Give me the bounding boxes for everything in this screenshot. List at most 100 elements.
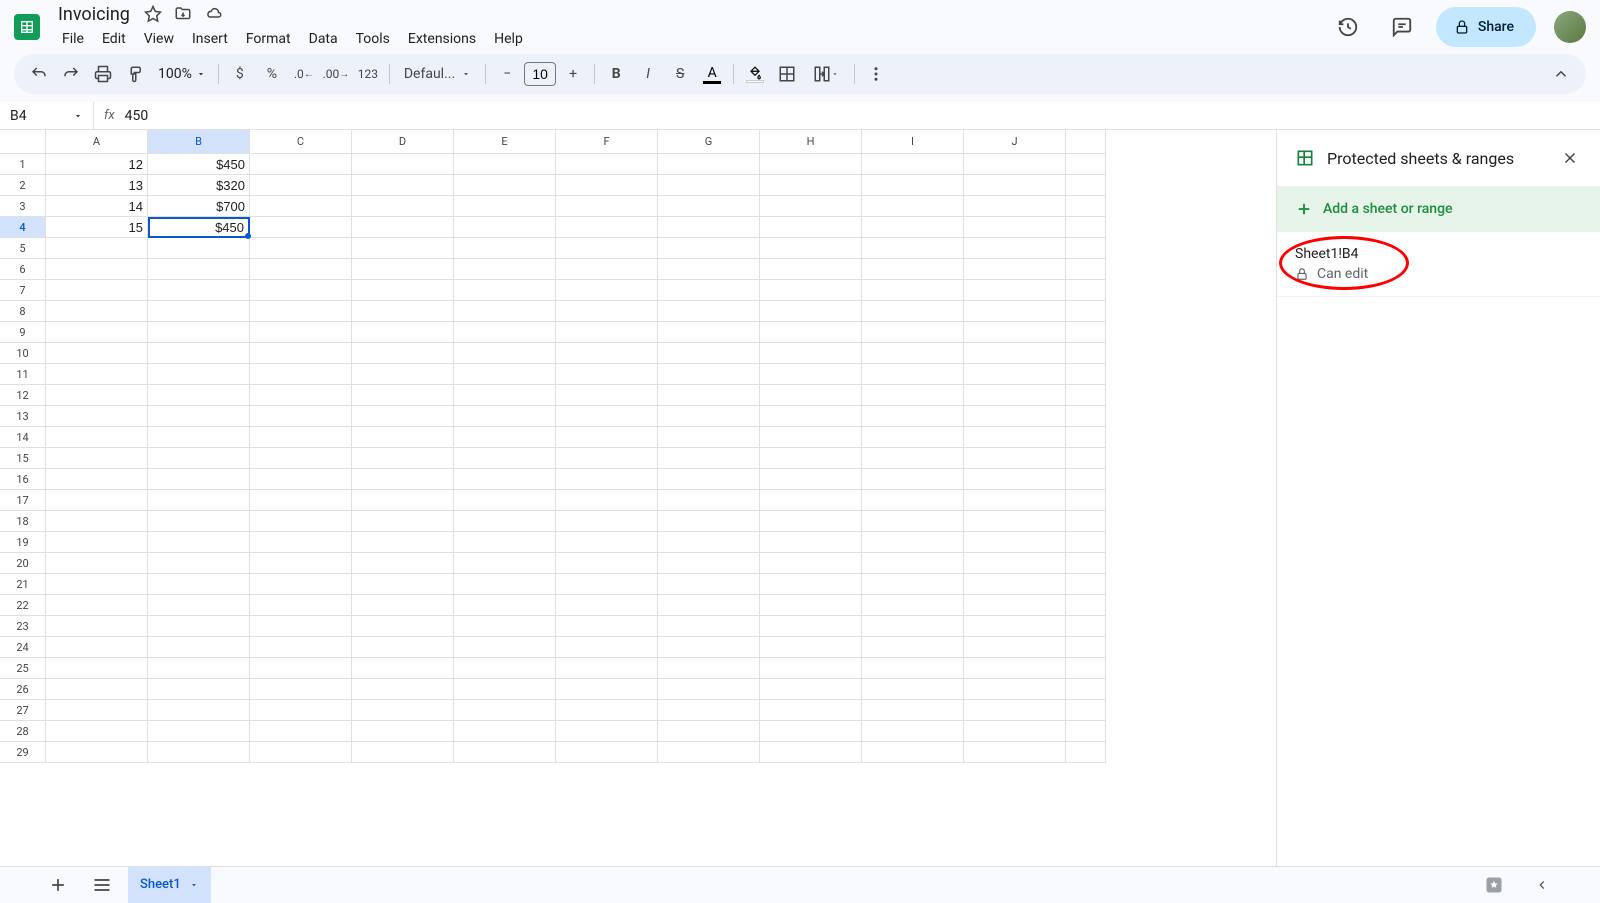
cell[interactable] (862, 343, 964, 364)
cell[interactable] (760, 406, 862, 427)
cell[interactable] (556, 595, 658, 616)
cell[interactable] (46, 448, 148, 469)
cell[interactable] (760, 616, 862, 637)
cell[interactable] (352, 196, 454, 217)
cell[interactable] (760, 238, 862, 259)
cell[interactable] (760, 658, 862, 679)
format-123-button[interactable]: 123 (353, 59, 383, 89)
cell[interactable] (148, 595, 250, 616)
cell[interactable] (964, 196, 1066, 217)
cell[interactable] (556, 217, 658, 238)
cell[interactable] (352, 637, 454, 658)
cell[interactable] (658, 280, 760, 301)
cell[interactable] (658, 616, 760, 637)
bold-button[interactable]: B (601, 59, 631, 89)
side-panel-toggle[interactable] (1524, 867, 1560, 903)
cell[interactable] (454, 448, 556, 469)
cell[interactable] (250, 448, 352, 469)
row-header[interactable]: 26 (0, 679, 46, 700)
cell[interactable] (148, 427, 250, 448)
cell[interactable] (454, 574, 556, 595)
row-header[interactable]: 27 (0, 700, 46, 721)
document-title[interactable]: Invoicing (54, 4, 134, 25)
cell[interactable] (352, 616, 454, 637)
cell[interactable] (556, 511, 658, 532)
select-all-corner[interactable] (0, 130, 46, 154)
undo-button[interactable] (24, 59, 54, 89)
collapse-toolbar-button[interactable] (1546, 59, 1576, 89)
cell[interactable] (964, 322, 1066, 343)
cell[interactable] (454, 637, 556, 658)
percent-button[interactable]: % (257, 59, 287, 89)
cell[interactable] (46, 385, 148, 406)
cell[interactable] (862, 322, 964, 343)
cell[interactable] (760, 469, 862, 490)
cell[interactable] (556, 259, 658, 280)
cell[interactable] (352, 511, 454, 532)
redo-button[interactable] (56, 59, 86, 89)
borders-button[interactable] (772, 59, 802, 89)
cell[interactable] (454, 469, 556, 490)
cell[interactable] (862, 385, 964, 406)
cell[interactable] (250, 511, 352, 532)
cell[interactable]: 14 (46, 196, 148, 217)
cell[interactable] (454, 217, 556, 238)
cell[interactable] (862, 217, 964, 238)
cell[interactable] (964, 385, 1066, 406)
cell[interactable] (454, 553, 556, 574)
cell[interactable] (556, 490, 658, 511)
cell[interactable] (352, 238, 454, 259)
cell[interactable] (964, 511, 1066, 532)
cell[interactable] (352, 322, 454, 343)
cell[interactable] (862, 700, 964, 721)
cell[interactable] (658, 343, 760, 364)
cell[interactable] (352, 343, 454, 364)
cell[interactable] (352, 385, 454, 406)
cell[interactable] (964, 742, 1066, 763)
cell[interactable] (556, 427, 658, 448)
more-button[interactable] (861, 59, 891, 89)
protected-range-item[interactable]: Sheet1!B4 Can edit (1277, 232, 1600, 297)
cell[interactable] (250, 280, 352, 301)
cell[interactable] (862, 553, 964, 574)
cell[interactable]: $700 (148, 196, 250, 217)
cell[interactable] (862, 238, 964, 259)
cell[interactable] (352, 427, 454, 448)
col-header-D[interactable]: D (352, 130, 454, 154)
add-range-button[interactable]: Add a sheet or range (1277, 186, 1600, 232)
row-header[interactable]: 28 (0, 721, 46, 742)
cell[interactable] (964, 721, 1066, 742)
cell[interactable] (454, 721, 556, 742)
cell[interactable] (964, 553, 1066, 574)
cell[interactable] (250, 721, 352, 742)
cell[interactable] (148, 322, 250, 343)
cell[interactable] (964, 364, 1066, 385)
col-header-H[interactable]: H (760, 130, 862, 154)
cell[interactable] (658, 574, 760, 595)
row-header[interactable]: 14 (0, 427, 46, 448)
cell[interactable] (250, 406, 352, 427)
user-avatar[interactable] (1554, 11, 1586, 43)
cell[interactable] (148, 721, 250, 742)
cell[interactable] (862, 616, 964, 637)
cell[interactable] (658, 364, 760, 385)
cell[interactable] (760, 679, 862, 700)
menu-extensions[interactable]: Extensions (400, 27, 484, 51)
cell[interactable] (760, 553, 862, 574)
row-header[interactable]: 1 (0, 154, 46, 175)
cell[interactable] (46, 511, 148, 532)
menu-file[interactable]: File (54, 27, 92, 51)
cell[interactable] (454, 364, 556, 385)
row-header[interactable]: 15 (0, 448, 46, 469)
row-header[interactable]: 10 (0, 343, 46, 364)
cell[interactable] (760, 700, 862, 721)
cell[interactable] (658, 259, 760, 280)
cell[interactable] (760, 385, 862, 406)
cell[interactable] (46, 343, 148, 364)
cell[interactable] (658, 742, 760, 763)
cell[interactable] (964, 280, 1066, 301)
cell[interactable] (454, 259, 556, 280)
cell[interactable] (658, 511, 760, 532)
cell[interactable] (556, 679, 658, 700)
cell[interactable] (658, 448, 760, 469)
